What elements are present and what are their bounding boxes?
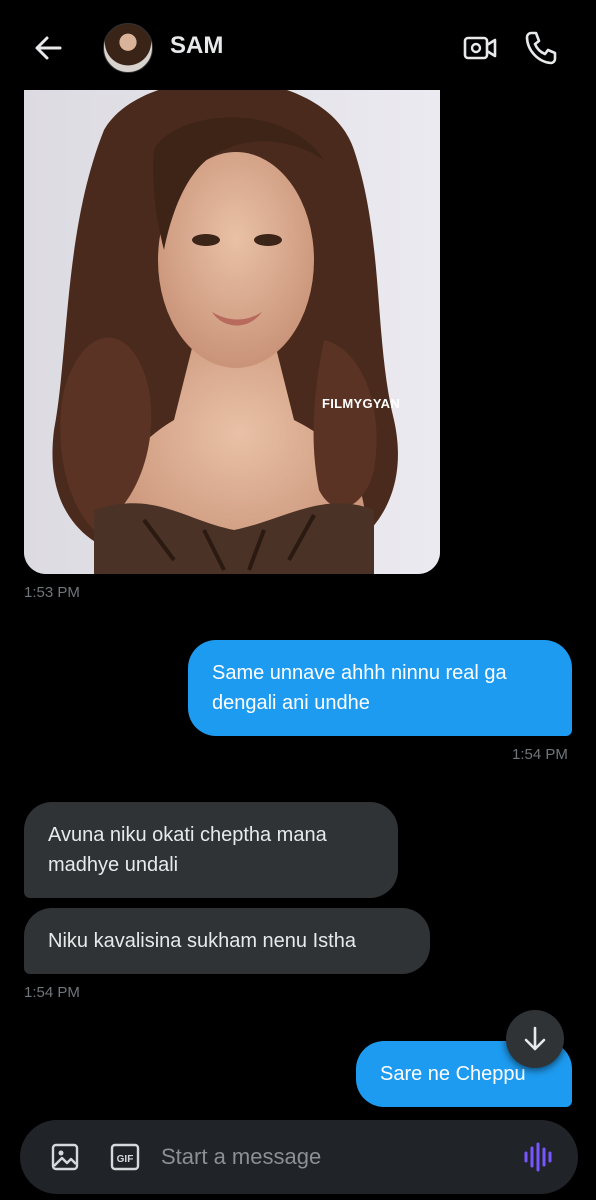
- video-call-icon: [463, 36, 497, 60]
- voice-message-button[interactable]: [522, 1142, 554, 1172]
- message-input[interactable]: [161, 1138, 491, 1176]
- scroll-to-bottom-button[interactable]: [506, 1010, 564, 1068]
- add-gif-button[interactable]: GIF: [110, 1143, 140, 1171]
- incoming-message[interactable]: Niku kavalisina sukham nenu Istha: [24, 908, 430, 974]
- message-composer: GIF: [20, 1120, 578, 1194]
- message-text-line: Avuna niku okati cheptha mana: [48, 824, 327, 846]
- back-button[interactable]: [30, 30, 66, 66]
- message-text-line: madhye undali: [48, 854, 179, 876]
- incoming-message[interactable]: Avuna niku okati cheptha mana madhye und…: [24, 802, 398, 898]
- message-timestamp: 1:54 PM: [24, 984, 80, 1001]
- voice-wave-icon: [524, 1142, 552, 1172]
- contact-avatar[interactable]: [103, 23, 153, 73]
- message-text-line: Same unnave ahhh ninnu real ga: [212, 662, 507, 684]
- arrow-left-icon: [35, 36, 62, 60]
- arrow-down-icon: [524, 1026, 546, 1051]
- message-photo: [24, 90, 440, 574]
- add-media-button[interactable]: [50, 1142, 80, 1172]
- gif-icon: GIF: [110, 1143, 140, 1171]
- message-timestamp: 1:54 PM: [512, 746, 568, 763]
- gif-label: GIF: [117, 1154, 134, 1165]
- voice-call-button[interactable]: [522, 28, 558, 66]
- phone-icon: [525, 31, 557, 65]
- image-icon: [51, 1143, 79, 1171]
- image-message[interactable]: FILMYGYAN: [24, 90, 440, 574]
- message-text-line: Niku kavalisina sukham nenu Istha: [48, 930, 356, 952]
- message-text-line: dengali ani undhe: [212, 692, 370, 714]
- outgoing-message[interactable]: Same unnave ahhh ninnu real ga dengali a…: [188, 640, 572, 736]
- video-call-button[interactable]: [462, 30, 498, 66]
- image-watermark: FILMYGYAN: [322, 396, 401, 411]
- chat-header: SAM: [0, 0, 596, 92]
- message-timestamp: 1:53 PM: [24, 584, 80, 601]
- contact-name[interactable]: SAM: [170, 32, 223, 60]
